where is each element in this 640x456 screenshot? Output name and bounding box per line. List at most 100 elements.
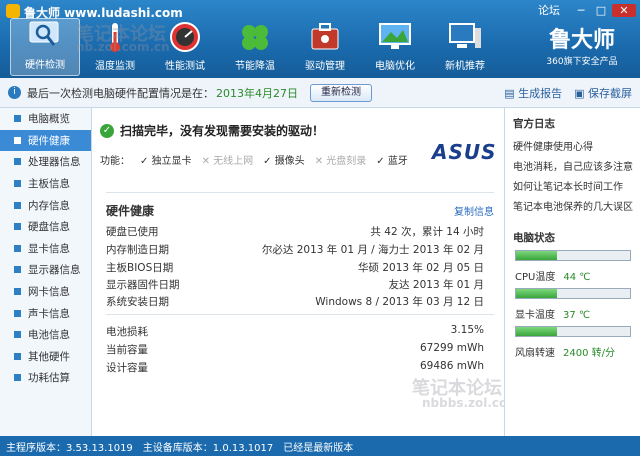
tool-hardware-check[interactable]: 硬件检测: [10, 18, 80, 76]
divider: [106, 314, 494, 315]
sidebar-item-label: 处理器信息: [28, 156, 81, 169]
sidebar-item-other[interactable]: 其他硬件: [0, 346, 91, 368]
tool-label: 温度监测: [95, 61, 135, 72]
bullet-icon: [14, 266, 21, 274]
row-key: 电池损耗: [106, 326, 148, 338]
feature-item: ✕ 光盘刻录: [314, 156, 367, 167]
main-panel: ✓ 扫描完毕，没有发现需要安装的驱动！ 功能： ✓ 独立显卡 ✕ 无线上网 ✓ …: [92, 108, 540, 436]
info-icon: i: [8, 86, 21, 99]
feature-item: ✓ 独立显卡: [140, 156, 192, 167]
sidebar-item-display[interactable]: 显示器信息: [0, 259, 91, 281]
save-screenshot-button[interactable]: ▣ 保存截屏: [574, 85, 632, 101]
save-screenshot-label: 保存截屏: [588, 86, 632, 100]
bullet-icon: [14, 288, 21, 296]
minimize-button[interactable]: ─: [572, 4, 590, 17]
bullet-icon: [14, 244, 21, 252]
right-panel: 官方日志 硬件健康使用心得 电池消耗，自己应该多注意 如何让笔记本长时间工作 笔…: [504, 108, 640, 436]
row-key: 主板BIOS日期: [106, 262, 174, 274]
row-value: 69486 mWh: [419, 360, 484, 372]
speedometer-icon: [170, 22, 200, 52]
bullet-icon: [14, 158, 21, 166]
copy-info-link[interactable]: 复制信息: [454, 203, 494, 218]
feature-item: ✕ 无线上网: [201, 156, 254, 167]
features-label: 功能：: [100, 156, 130, 167]
main-version: 主程序版本：3.53.13.1019: [6, 442, 133, 454]
tool-energy[interactable]: 节能降温: [220, 18, 290, 76]
gpu-temp: 显卡温度 37 ℃: [515, 306, 590, 321]
cpu-temp: CPU温度 44 ℃: [515, 268, 590, 283]
row-value: 友达 2013 年 01 月: [388, 279, 484, 291]
feature-item: ✓ 蓝牙: [376, 156, 408, 167]
row-value: 67299 mWh: [419, 342, 484, 354]
sidebar-item-health[interactable]: 硬件健康: [0, 129, 91, 152]
tool-label: 节能降温: [235, 61, 275, 72]
fan-speed: 风扇转速 2400 转/分: [515, 344, 615, 359]
tool-optimize[interactable]: 电脑优化: [360, 18, 430, 76]
feature-label: 无线上网: [213, 156, 254, 167]
sidebar-item-label: 电脑概览: [28, 113, 70, 126]
bullet-icon: [14, 136, 21, 144]
bullet-icon: [14, 331, 21, 339]
generate-report-button[interactable]: ▤ 生成报告: [504, 85, 562, 101]
sidebar-item-sound[interactable]: 声卡信息: [0, 302, 91, 324]
feature-label: 摄像头: [274, 156, 305, 167]
forum-link[interactable]: 论坛: [538, 2, 560, 18]
cpu-temp-bar: [515, 288, 631, 299]
watermark: nb.zol.com.cn: [76, 40, 170, 54]
tool-recommend[interactable]: 新机推荐: [430, 18, 500, 76]
sidebar-item-cpu[interactable]: 处理器信息: [0, 151, 91, 173]
status-title: 电脑状态: [513, 232, 555, 244]
tool-label: 电脑优化: [375, 61, 415, 72]
sidebar-item-power[interactable]: 功耗估算: [0, 367, 91, 389]
tool-label: 硬件检测: [25, 60, 65, 71]
brand-name: 鲁大师: [548, 27, 615, 53]
log-link[interactable]: 电池消耗，自己应该多注意: [513, 158, 633, 173]
screen-optimize-icon: [379, 23, 411, 49]
bullet-icon: [14, 180, 21, 188]
row-key: 硬盘已使用: [106, 226, 159, 238]
window-controls: 论坛 ─ □ ✕: [538, 2, 636, 18]
sidebar-item-motherboard[interactable]: 主板信息: [0, 173, 91, 195]
sidebar-item-battery[interactable]: 电池信息: [0, 324, 91, 346]
sidebar-item-label: 显卡信息: [28, 242, 70, 255]
sidebar-item-label: 显示器信息: [28, 264, 81, 277]
hw-db-version: 主设备库版本：1.0.13.1017: [142, 442, 274, 454]
sidebar-item-label: 内存信息: [28, 199, 70, 212]
row-value: 华硕 2013 年 02 月 05 日: [358, 262, 484, 274]
brand-tagline: 360旗下安全产品: [546, 57, 618, 67]
sidebar-item-disk[interactable]: 硬盘信息: [0, 216, 91, 238]
feature-item: ✓ 摄像头: [263, 156, 305, 167]
sidebar-item-gpu[interactable]: 显卡信息: [0, 238, 91, 260]
info-bar: i 最后一次检测电脑硬件配置情况是在： 2013年4月27日 重新检测 ▤ 生成…: [0, 78, 640, 108]
log-link[interactable]: 硬件健康使用心得: [513, 138, 593, 153]
sidebar-item-label: 声卡信息: [28, 307, 70, 320]
log-link[interactable]: 笔记本电池保养的几大误区: [513, 198, 633, 213]
generate-report-label: 生成报告: [518, 86, 563, 100]
cpu-temp-label: CPU温度: [515, 272, 556, 283]
tool-label: 驱动管理: [305, 61, 345, 72]
clover-icon: [242, 25, 268, 50]
sidebar-item-label: 主板信息: [28, 178, 70, 191]
sidebar-item-overview[interactable]: 电脑概览: [0, 108, 91, 130]
sidebar-item-label: 其他硬件: [28, 350, 70, 363]
section-title: 硬件健康: [106, 204, 155, 218]
info-row: 当前容量 67299 mWh: [106, 342, 484, 357]
sidebar-item-memory[interactable]: 内存信息: [0, 194, 91, 216]
info-row: 设计容量 69486 mWh: [106, 360, 484, 375]
close-button[interactable]: ✕: [612, 3, 636, 17]
divider: [106, 192, 494, 193]
tool-drivers[interactable]: 驱动管理: [290, 18, 360, 76]
tool-label: 性能测试: [165, 61, 205, 72]
gpu-temp-fill: [516, 327, 558, 336]
official-log-title: 官方日志: [513, 118, 555, 130]
log-link[interactable]: 如何让笔记本长时间工作: [513, 178, 623, 193]
bullet-icon: [14, 201, 21, 209]
sidebar-item-label: 功耗估算: [28, 372, 70, 385]
sidebar-item-network[interactable]: 网卡信息: [0, 281, 91, 303]
gpu-temp-bar: [515, 326, 631, 337]
gpu-temp-label: 显卡温度: [515, 310, 555, 321]
brand-logo: 鲁大师 360旗下安全产品: [534, 18, 630, 74]
update-status: 已经是最新版本: [283, 442, 354, 454]
maximize-button[interactable]: □: [592, 4, 610, 17]
recheck-button[interactable]: 重新检测: [310, 83, 372, 102]
